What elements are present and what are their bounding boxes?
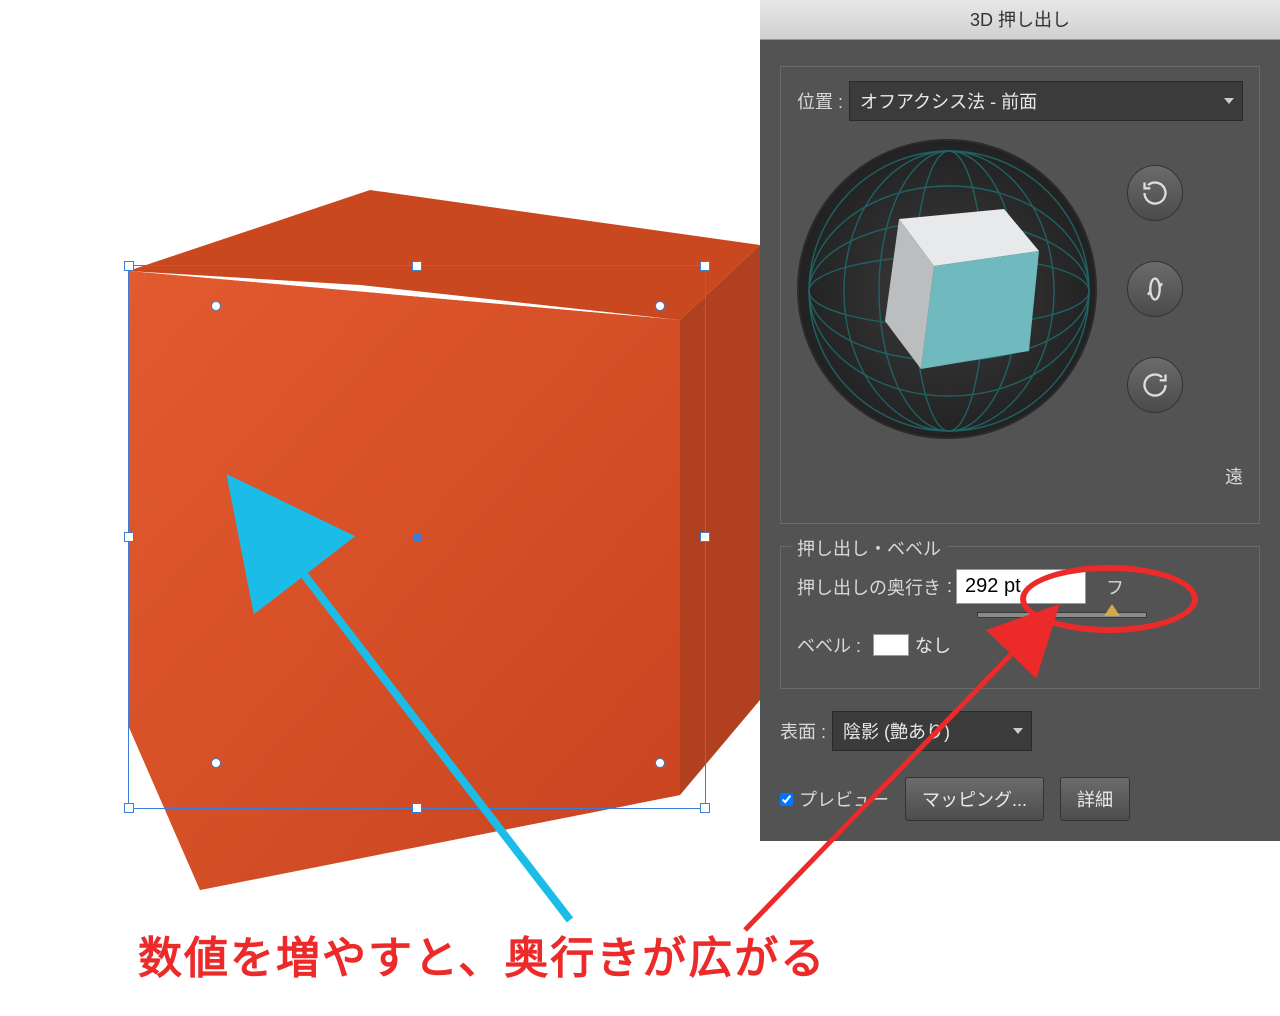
extrude-depth-input[interactable] [956, 569, 1086, 604]
annotation-caption: 数値を増やすと、奥行きが広がる [138, 922, 826, 986]
rotate-y-button[interactable] [1127, 261, 1183, 317]
bevel-value: なし [915, 632, 951, 658]
chevron-down-icon [1013, 728, 1023, 734]
slider-thumb-icon[interactable] [1104, 604, 1120, 616]
bevel-swatch[interactable] [873, 634, 909, 656]
extrude-bevel-section: 押し出し・ベベル 押し出しの奥行き : フ ベベル : なし [780, 546, 1260, 689]
mapping-button[interactable]: マッピング... [905, 777, 1044, 821]
surface-dropdown[interactable]: 陰影 (艶あり) [832, 711, 1032, 751]
section-legend: 押し出し・ベベル [791, 535, 947, 561]
depth-extra-label: フ [1106, 574, 1124, 600]
orientation-trackball[interactable] [797, 139, 1097, 439]
extrude-dialog: 3D 押し出し 位置 : オフアクシス法 - 前面 [760, 0, 1280, 841]
rotate-x-button[interactable] [1127, 165, 1183, 221]
surface-value: 陰影 (艶あり) [843, 722, 950, 742]
position-label: 位置 : [797, 88, 843, 114]
bevel-label: ベベル : [797, 632, 861, 658]
dialog-title: 3D 押し出し [760, 0, 1280, 40]
surface-label: 表面 : [780, 718, 826, 744]
canvas-area[interactable] [0, 0, 760, 1016]
position-value: オフアクシス法 - 前面 [860, 92, 1037, 112]
position-dropdown[interactable]: オフアクシス法 - 前面 [849, 81, 1243, 121]
details-button[interactable]: 詳細 [1060, 777, 1130, 821]
depth-label: 押し出しの奥行き [797, 574, 941, 600]
orange-cube-object[interactable] [70, 190, 770, 890]
preview-label: プレビュー [799, 786, 889, 812]
rotate-z-button[interactable] [1127, 357, 1183, 413]
depth-slider[interactable] [977, 612, 1147, 618]
preview-checkbox[interactable]: プレビュー [780, 786, 889, 812]
perspective-label: 遠 [797, 463, 1243, 489]
chevron-down-icon [1224, 98, 1234, 104]
